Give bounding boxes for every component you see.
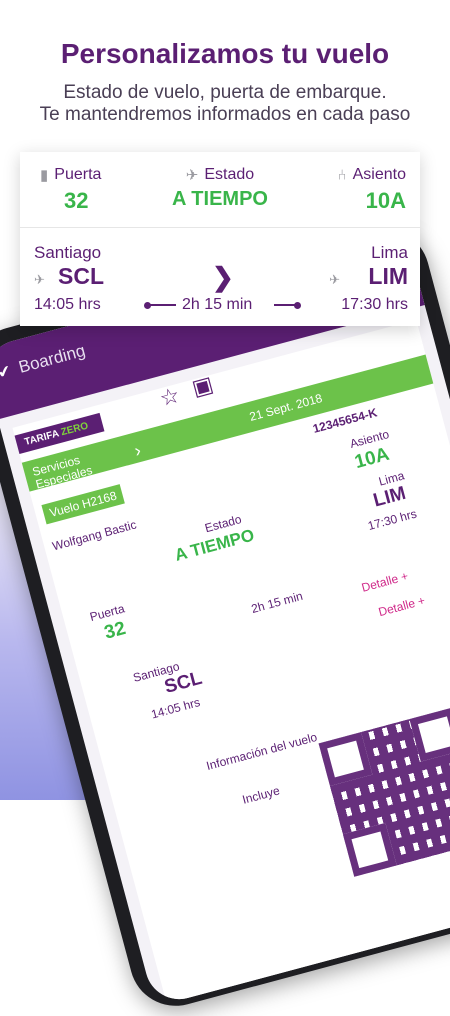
qr-code	[318, 707, 450, 877]
flight-status-card: ▮ Puerta 32 ✈ Estado A TIEMPO ⑃ Asiento …	[20, 152, 420, 326]
hero-subtitle: Estado de vuelo, puerta de embarque. Te …	[0, 82, 450, 126]
includes-label: Incluye	[240, 783, 282, 807]
destination-city: Lima	[371, 243, 408, 262]
flight-date: 21 Sept. 2018	[247, 391, 324, 424]
destination-code: LIM	[368, 263, 408, 289]
gate-column: ▮ Puerta 32	[40, 166, 101, 214]
landing-icon: ✈	[329, 272, 340, 287]
door-icon: ▮	[40, 167, 49, 184]
route-line-left	[148, 304, 176, 306]
status-value: A TIEMPO	[172, 188, 268, 210]
origin-city: Santiago	[34, 243, 102, 262]
destination-time: 17:30 hrs	[366, 506, 419, 534]
flight-duration: 2h 15 min	[182, 296, 253, 313]
chevron-right-icon: ❯	[212, 262, 234, 292]
origin-time: 14:05 hrs	[149, 695, 202, 722]
detail-link-2[interactable]: Detalle +	[377, 593, 427, 619]
status-label: Estado	[204, 166, 255, 183]
detail-link-1[interactable]: Detalle +	[360, 569, 410, 595]
origin-time: 14:05 hrs	[34, 296, 101, 313]
gate-label: Puerta	[54, 166, 102, 183]
hero-title: Personalizamos tu vuelo	[60, 38, 390, 69]
qr-finder-bl	[342, 822, 397, 877]
flight-duration: 2h 15 min	[249, 588, 305, 616]
boarding-pass: TARIFA ZERO ☆ ▣ 21 Sept. 2018 Servicios …	[12, 319, 450, 1007]
origin-code: SCL	[58, 263, 104, 289]
card-divider	[20, 227, 420, 228]
qr-finder-tl	[318, 732, 373, 786]
flight-info-label: Información del vuelo	[204, 729, 319, 773]
seat-value: 10A	[365, 188, 406, 213]
seat-label: Asiento	[352, 166, 406, 183]
tarifa-type: ZERO	[59, 420, 90, 439]
gate-value: 32	[64, 188, 89, 213]
flight-number: Vuelo H2168	[41, 484, 125, 525]
gate-value: 32	[102, 617, 128, 644]
qr-finder-tr	[409, 707, 450, 762]
check-circle-icon: ✔	[0, 362, 14, 383]
star-icon[interactable]: ☆	[157, 382, 183, 412]
hero-subtitle-line1: Estado de vuelo, puerta de embarque.	[63, 82, 387, 103]
passenger-name: Wolfgang Bastic	[50, 517, 138, 554]
status-column: ✈ Estado A TIEMPO	[160, 166, 280, 211]
destination-time: 17:30 hrs	[341, 296, 408, 313]
seat-icon: ⑃	[337, 166, 347, 184]
luggage-icon[interactable]: ▣	[189, 371, 216, 401]
takeoff-icon: ✈	[34, 272, 45, 287]
destination-code: LIM	[371, 482, 409, 512]
route-dot-end	[294, 302, 301, 309]
hero-subtitle-line2: Te mantendremos informados en cada paso	[39, 104, 411, 125]
app-bar-title: Boarding	[16, 340, 88, 377]
phone-screen: ✔ Boarding TARIFA ZERO ☆ ▣ 21 Sept. 2018…	[0, 235, 450, 1007]
airplane-icon: ✈	[185, 167, 199, 184]
phone-body: ✔ Boarding TARIFA ZERO ☆ ▣ 21 Sept. 2018…	[0, 218, 450, 1016]
seat-column: ⑃ Asiento 10A	[338, 166, 406, 214]
tarifa-label: TARIFA	[23, 428, 60, 449]
